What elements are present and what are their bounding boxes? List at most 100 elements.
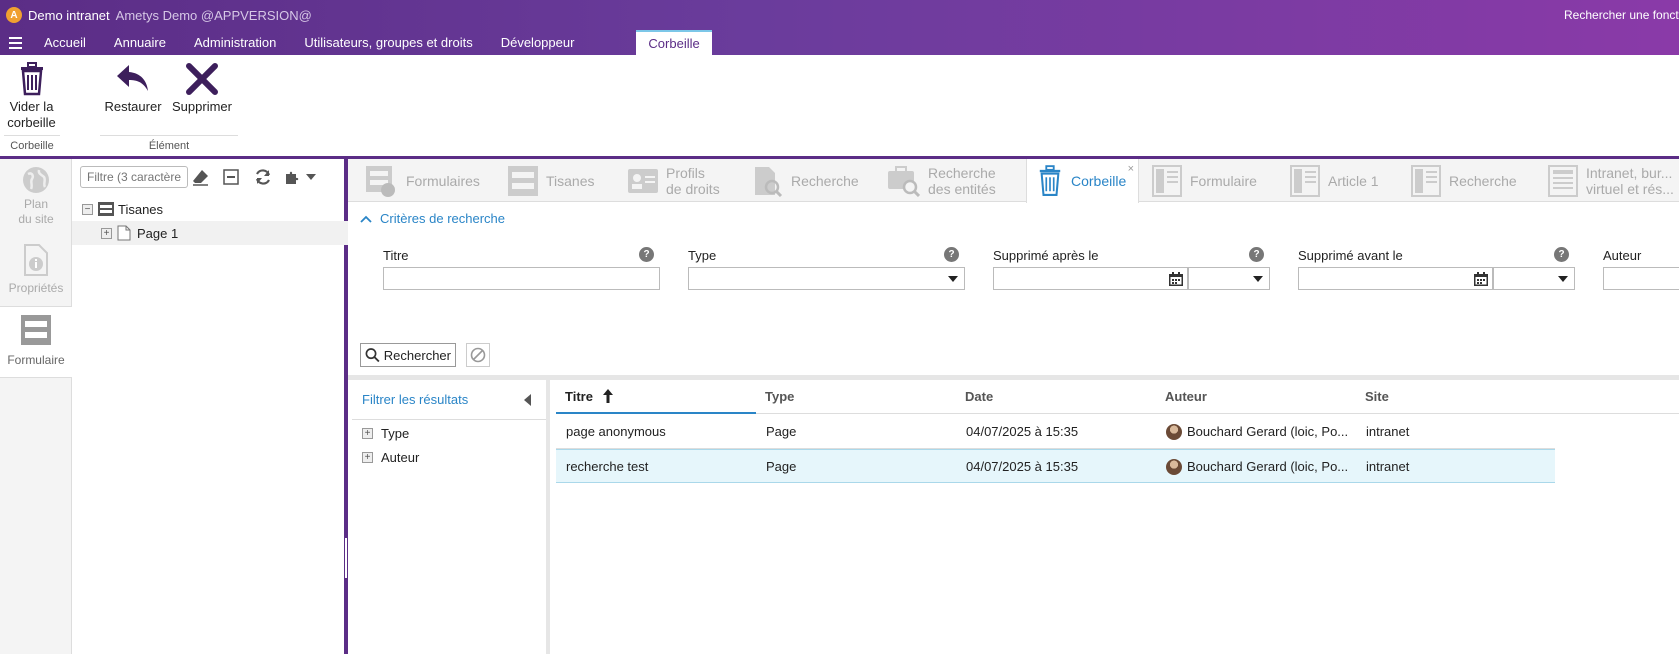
collapse-left-icon[interactable] xyxy=(524,394,532,406)
ribbon: Vider la corbeille Restaurer Supprimer C… xyxy=(0,55,1679,159)
help-icon[interactable]: ? xyxy=(639,247,654,262)
tab-label: Intranet, bur... virtuel et rés... xyxy=(1586,164,1674,197)
tab-article-1[interactable]: Article 1 xyxy=(1290,159,1379,202)
tab-recherche[interactable]: Recherche xyxy=(753,159,859,202)
menu-tab-accueil[interactable]: Accueil xyxy=(30,30,100,55)
tab-profils-de-droits[interactable]: Profils de droits xyxy=(628,159,720,202)
column-header-type[interactable]: Type xyxy=(756,380,956,414)
column-header-titre[interactable]: Titre xyxy=(556,380,756,414)
calendar-icon[interactable] xyxy=(1169,272,1183,286)
tab-tisanes[interactable]: Tisanes xyxy=(508,159,595,202)
cell-auteur: Bouchard Gerard (loic, Po... xyxy=(1156,450,1356,484)
cell-titre: page anonymous xyxy=(566,424,666,439)
close-tab-icon[interactable]: × xyxy=(1128,161,1134,177)
facet-auteur[interactable]: + Auteur xyxy=(362,450,419,465)
chevron-down-icon[interactable] xyxy=(302,168,320,186)
form-list-icon xyxy=(366,165,395,197)
tab-recherche-des-entites[interactable]: Recherche des entités xyxy=(888,159,996,202)
tree-node-tisanes[interactable]: − Tisanes xyxy=(72,197,348,221)
column-header-auteur[interactable]: Auteur xyxy=(1156,380,1356,414)
sidebar-item-formulaire[interactable]: Formulaire xyxy=(0,306,72,378)
tab-label: Profils de droits xyxy=(666,164,720,197)
empty-bin-label-1: Vider la xyxy=(9,99,54,114)
auteur-input[interactable] xyxy=(1603,267,1679,290)
properties-info-icon xyxy=(0,239,72,281)
expand-node-icon[interactable]: + xyxy=(362,428,373,439)
field-label-titre: Titre xyxy=(383,248,409,263)
filter-results-title: Filtrer les résultats xyxy=(352,380,546,420)
search-document-icon xyxy=(755,166,783,197)
tab-intranet[interactable]: Intranet, bur... virtuel et rés... xyxy=(1548,159,1674,202)
deleted-after-date-input[interactable] xyxy=(993,267,1188,290)
expand-node-icon[interactable]: + xyxy=(362,452,373,463)
help-icon[interactable]: ? xyxy=(1554,247,1569,262)
puzzle-plugin-icon[interactable] xyxy=(284,168,302,186)
tree-node-page-1[interactable]: + Page 1 xyxy=(72,221,348,245)
facet-type[interactable]: + Type xyxy=(362,426,409,441)
delete-label: Supprimer xyxy=(172,99,232,114)
tab-formulaires[interactable]: Formulaires xyxy=(364,159,480,202)
sidebar-sitemap-label-1: Plan xyxy=(23,197,49,211)
expand-node-icon[interactable]: + xyxy=(101,227,112,239)
sidebar-sitemap-label-2: du site xyxy=(18,212,54,226)
sidebar-formulaire-label: Formulaire xyxy=(7,353,65,367)
menu-tab-annuaire[interactable]: Annuaire xyxy=(100,30,180,55)
table-row[interactable]: page anonymous Page 04/07/2025 à 15:35 B… xyxy=(556,415,1555,449)
tab-recherche-2[interactable]: Recherche xyxy=(1411,159,1517,202)
app-header: A Demo intranet Ametys Demo @APPVERSION@ xyxy=(6,5,312,25)
delete-button[interactable]: Supprimer xyxy=(170,59,234,115)
search-icon xyxy=(365,348,380,363)
refresh-icon[interactable] xyxy=(254,168,272,186)
chevron-down-icon xyxy=(1558,276,1568,282)
search-function-input[interactable]: Rechercher une fonctio xyxy=(1564,8,1679,22)
deleted-before-time-select[interactable] xyxy=(1493,267,1575,290)
menu-tab-administration[interactable]: Administration xyxy=(180,30,290,55)
tab-label: Recherche des entités xyxy=(928,164,996,197)
facet-label: Auteur xyxy=(381,450,420,465)
reset-button[interactable] xyxy=(466,343,490,367)
tab-label: Article 1 xyxy=(1328,172,1379,189)
main-content: Formulaires Tisanes Profils de droits Rec… xyxy=(348,159,1679,654)
column-label: Titre xyxy=(565,389,593,404)
collapse-all-icon[interactable] xyxy=(222,168,240,186)
collapse-node-icon[interactable]: − xyxy=(82,203,93,215)
help-icon[interactable]: ? xyxy=(944,247,959,262)
tab-corbeille[interactable]: Corbeille × xyxy=(1026,159,1139,203)
cancel-icon xyxy=(470,347,486,363)
tree-filter-input[interactable] xyxy=(80,166,188,188)
main-menu: Accueil Annuaire Administration Utilisat… xyxy=(0,30,712,55)
tab-formulaire[interactable]: Formulaire xyxy=(1152,159,1257,202)
empty-bin-label-2: corbeille xyxy=(7,115,56,130)
menu-tab-corbeille[interactable]: Corbeille xyxy=(636,30,712,55)
tab-label: Tisanes xyxy=(546,172,595,189)
column-header-site[interactable]: Site xyxy=(1356,380,1556,414)
search-entities-icon xyxy=(888,165,920,197)
titre-input[interactable] xyxy=(383,267,660,290)
sidebar-item-properties[interactable]: Propriétés xyxy=(0,239,72,299)
search-criteria-title: Critères de recherche xyxy=(380,211,505,226)
restore-button[interactable]: Restaurer xyxy=(104,59,162,115)
menu-tab-users-groups-rights[interactable]: Utilisateurs, groupes et droits xyxy=(290,30,486,55)
empty-bin-button[interactable]: Vider la corbeille xyxy=(4,59,59,131)
avatar xyxy=(1166,458,1182,475)
site-icon xyxy=(508,165,538,196)
tree-node-label: Page 1 xyxy=(137,225,179,241)
eraser-icon[interactable] xyxy=(192,168,210,186)
search-criteria-toggle[interactable]: Critères de recherche xyxy=(360,211,505,226)
tree-node-label: Tisanes xyxy=(118,201,164,217)
search-button[interactable]: Rechercher xyxy=(360,343,456,367)
sidebar-item-sitemap[interactable]: Plan du site xyxy=(0,163,72,229)
calendar-icon[interactable] xyxy=(1474,272,1488,286)
hamburger-menu-icon[interactable] xyxy=(0,36,30,49)
type-select[interactable] xyxy=(688,267,965,290)
help-icon[interactable]: ? xyxy=(1249,247,1264,262)
deleted-before-date-input[interactable] xyxy=(1298,267,1493,290)
deleted-after-time-select[interactable] xyxy=(1188,267,1270,290)
field-label-deleted-before: Supprimé avant le xyxy=(1298,248,1403,263)
table-row-selected[interactable]: recherche test Page 04/07/2025 à 15:35 B… xyxy=(556,449,1555,483)
menu-tab-developpeur[interactable]: Développeur xyxy=(487,30,589,55)
results-grid: Titre Type Date Auteur Site page anonymo… xyxy=(556,380,1679,654)
column-header-date[interactable]: Date xyxy=(956,380,1156,414)
author-name: Bouchard Gerard (loic, Po... xyxy=(1187,459,1349,474)
document-tabs: Formulaires Tisanes Profils de droits Rec… xyxy=(348,159,1679,203)
